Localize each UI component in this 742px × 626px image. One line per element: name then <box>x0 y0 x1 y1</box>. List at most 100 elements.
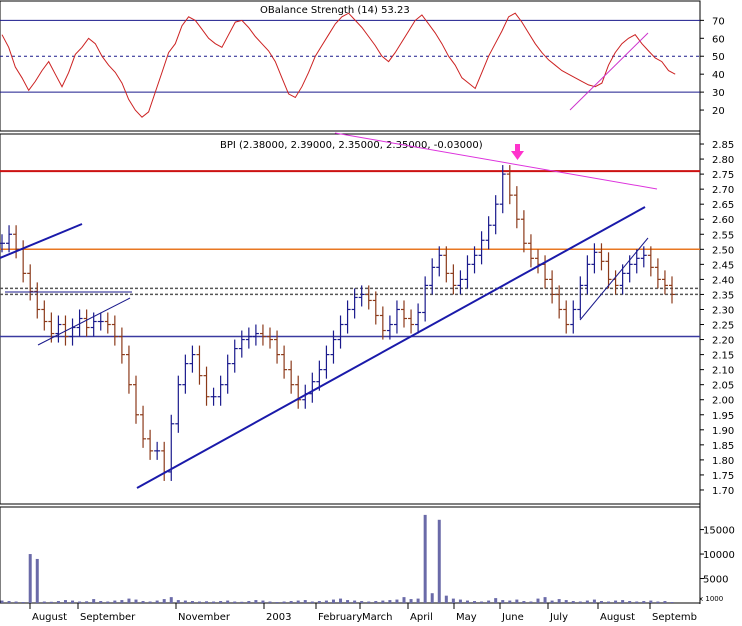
volume-bar <box>649 600 653 603</box>
volume-bar <box>28 554 32 603</box>
price-plot: 2.85 2.80 2.75 2.70 2.65 2.60 2.55 2.50 2.45 2.40… <box>0 132 734 497</box>
volume-bar <box>324 600 328 603</box>
volume-bar <box>35 558 39 603</box>
volume-bar <box>642 601 646 603</box>
early-trend-line <box>0 223 83 259</box>
volume-bar <box>127 598 131 603</box>
x-tick-label: April <box>410 612 433 622</box>
volume-bar <box>578 601 582 603</box>
volume-bar <box>275 602 279 603</box>
x-tick-label: May <box>456 612 477 622</box>
rsi-tick-label: 40 <box>712 70 725 81</box>
price-tick-label: 2.65 <box>712 200 734 211</box>
volume-panel-frame <box>0 506 701 604</box>
rsi-tick-label: 30 <box>712 88 725 99</box>
volume-bar <box>296 600 300 603</box>
volume-bar <box>529 601 533 603</box>
price-tick-label: 2.70 <box>712 185 734 196</box>
volume-bar <box>557 599 561 603</box>
volume-bar <box>522 601 526 603</box>
volume-bar <box>628 601 632 603</box>
volume-bar <box>621 600 625 603</box>
volume-bar <box>212 601 216 603</box>
volume-bar <box>63 600 67 603</box>
x-tick-label: September <box>80 612 136 622</box>
volume-tick-label: 15000 <box>703 526 735 537</box>
volume-bar <box>197 601 201 603</box>
x-axis: August September November 2003 February March… <box>29 603 697 623</box>
price-tick-label: 2.25 <box>712 321 734 332</box>
volume-bar <box>571 601 575 603</box>
rsi-tick-label: 50 <box>712 52 725 63</box>
volume-bar <box>536 598 540 603</box>
volume-bar <box>303 600 307 603</box>
volume-bar <box>402 597 406 603</box>
volume-bar <box>360 601 364 603</box>
volume-bar <box>635 601 639 603</box>
rsi-series-line <box>1 12 676 118</box>
price-tick-label: 2.75 <box>712 170 734 181</box>
volume-bar <box>56 601 60 603</box>
volume-bar <box>85 601 89 603</box>
volume-bar <box>205 601 209 603</box>
volume-bar <box>444 595 448 603</box>
volume-bar <box>21 602 25 603</box>
volume-bar <box>614 600 618 603</box>
price-tick-label: 2.60 <box>712 215 734 226</box>
volume-bar <box>49 601 53 603</box>
volume-bar <box>501 600 505 603</box>
x-tick-label: Septemb <box>652 612 697 622</box>
x-tick-label: February <box>318 612 362 622</box>
volume-bar <box>233 601 237 603</box>
volume-bar <box>261 600 265 603</box>
volume-tick-label: 10000 <box>703 550 735 561</box>
price-tick-label: 2.30 <box>712 305 734 316</box>
volume-bar <box>141 601 145 603</box>
price-tick-label: 2.50 <box>712 245 734 256</box>
volume-bar <box>656 601 660 603</box>
volume-bar <box>543 597 547 603</box>
volume-bar <box>374 601 378 603</box>
resistance-trendline <box>334 132 658 190</box>
volume-bar <box>346 600 350 603</box>
price-tick-label: 1.95 <box>712 411 734 422</box>
volume-bar <box>437 519 441 603</box>
volume-bar <box>388 600 392 603</box>
volume-bar <box>663 601 667 603</box>
volume-bar <box>430 593 434 603</box>
price-panel-frame <box>0 133 701 505</box>
volume-bar <box>381 600 385 603</box>
x-tick-label: June <box>501 612 524 622</box>
price-tick-label: 2.35 <box>712 290 734 301</box>
volume-bar <box>480 601 484 603</box>
volume-bar <box>473 601 477 603</box>
volume-bar <box>78 601 82 603</box>
volume-bar <box>395 599 399 603</box>
volume-bar <box>331 599 335 603</box>
volume-bar <box>282 601 286 603</box>
price-title: BPI (2.38000, 2.39000, 2.35000, 2.35000,… <box>220 140 483 151</box>
x-tick-label: March <box>362 612 392 622</box>
price-tick-label: 1.85 <box>712 441 734 452</box>
volume-bar <box>247 601 251 603</box>
stock-chart: OBalance Strength (14) 53.23 BPI (2.3800… <box>0 0 742 623</box>
volume-unit-label: x 1000 <box>699 595 723 603</box>
volume-bar <box>99 601 103 603</box>
volume-bar <box>14 601 18 603</box>
volume-plot: 15000 10000 5000 <box>0 514 735 603</box>
volume-bar <box>134 599 138 603</box>
volume-bar <box>367 601 371 603</box>
volume-bar <box>190 601 194 603</box>
volume-bar <box>670 602 674 603</box>
volume-bar <box>120 600 124 603</box>
volume-bar <box>113 600 117 603</box>
rsi-trendline <box>569 32 649 111</box>
volume-bar <box>219 601 223 603</box>
volume-bar <box>106 601 110 603</box>
volume-tick-label: 5000 <box>703 575 728 586</box>
volume-bar <box>564 600 568 603</box>
volume-bar <box>585 600 589 603</box>
volume-bar <box>7 601 11 603</box>
price-tick-label: 2.40 <box>712 275 734 286</box>
volume-bar <box>176 600 180 603</box>
